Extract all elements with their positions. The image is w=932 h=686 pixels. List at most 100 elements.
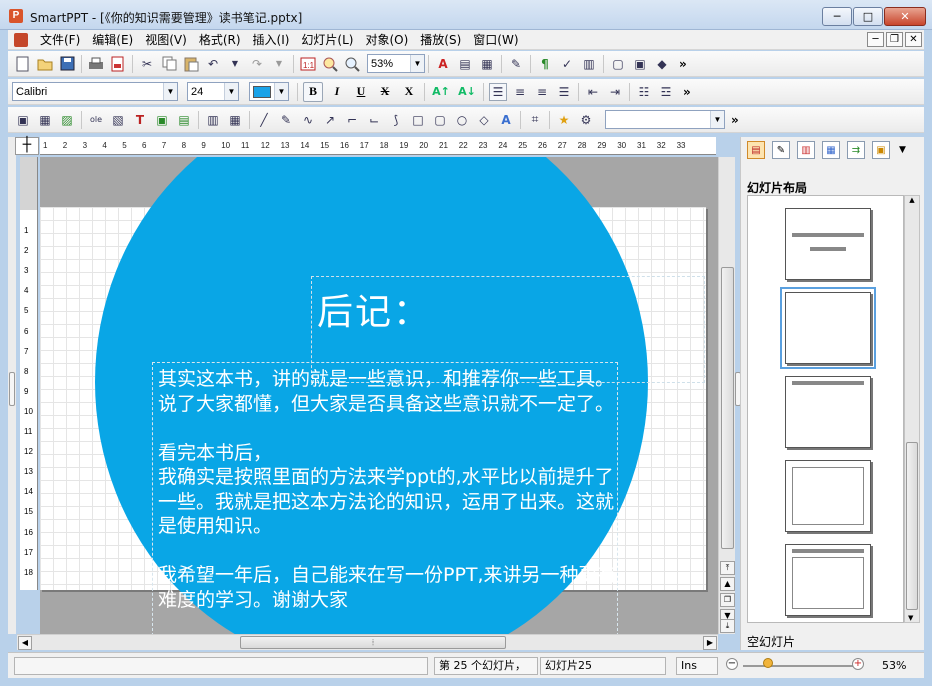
align-justify-icon[interactable]: ☰ bbox=[555, 83, 573, 101]
design-tab-icon[interactable]: ✎ bbox=[772, 141, 790, 159]
zoom-select[interactable]: 53% ▼ bbox=[367, 54, 425, 73]
ole-object-icon[interactable]: ole bbox=[87, 111, 105, 129]
template-icon[interactable]: ▢ bbox=[609, 55, 627, 73]
increase-indent-icon[interactable]: ⇥ bbox=[606, 83, 624, 101]
save-icon[interactable] bbox=[58, 55, 76, 73]
connector-tool-icon[interactable]: ⌐ bbox=[343, 111, 361, 129]
close-button[interactable]: ✕ bbox=[884, 7, 926, 26]
undo-dropdown-icon[interactable]: ▼ bbox=[226, 55, 244, 73]
toolbar-overflow-button[interactable]: » bbox=[683, 85, 691, 99]
layout-title-content[interactable] bbox=[785, 376, 871, 448]
pdf-icon[interactable] bbox=[109, 55, 127, 73]
zoom-in-button[interactable]: + bbox=[852, 658, 864, 670]
slide-number-icon[interactable]: 1:1 bbox=[299, 55, 317, 73]
horizontal-scrollbar[interactable]: ◀ ⦙ ▶ bbox=[17, 634, 718, 650]
rectangle-tool-icon[interactable]: □ bbox=[409, 111, 427, 129]
zoom-slider-track[interactable] bbox=[743, 665, 861, 667]
doc-restore-button[interactable]: ❐ bbox=[886, 32, 903, 47]
print-icon[interactable] bbox=[87, 55, 105, 73]
object-settings-icon[interactable]: ⚙ bbox=[577, 111, 595, 129]
bulleted-list-icon[interactable]: ☷ bbox=[635, 83, 653, 101]
shapes-tool-icon[interactable]: ◇ bbox=[475, 111, 493, 129]
spell-check-icon[interactable]: ✓ bbox=[558, 55, 576, 73]
layout-list-scrollbar[interactable]: ▲ ▼ bbox=[904, 195, 920, 623]
form-field-icon[interactable]: ▤ bbox=[175, 111, 193, 129]
font-color-select[interactable]: ▼ bbox=[249, 82, 289, 101]
insert-table-icon[interactable]: ▦ bbox=[478, 55, 496, 73]
menu-window[interactable]: 窗口(W) bbox=[467, 30, 524, 50]
group-icon[interactable]: ▥ bbox=[204, 111, 222, 129]
scroll-down-icon[interactable]: ▼ bbox=[908, 614, 913, 622]
insert-mode[interactable]: Ins bbox=[676, 657, 718, 675]
zoom-slider-handle[interactable] bbox=[763, 658, 773, 668]
slide-body-text[interactable]: 其实这本书，讲的就是一些意识，和推荐你一些工具。说了大家都懂，但大家是否具备这些… bbox=[158, 367, 618, 612]
table-frame-icon[interactable]: ▦ bbox=[36, 111, 54, 129]
format-painter-icon[interactable]: ✎ bbox=[507, 55, 525, 73]
star-effects-icon[interactable]: ★ bbox=[555, 111, 573, 129]
slide-view-button[interactable]: ❐ bbox=[720, 593, 735, 607]
statistics-icon[interactable]: ▥ bbox=[580, 55, 598, 73]
pane-menu-chevron-icon[interactable]: ▼ bbox=[899, 145, 906, 155]
align-center-icon[interactable]: ≡ bbox=[511, 83, 529, 101]
textart-frame-icon[interactable]: ▣ bbox=[153, 111, 171, 129]
layout-scroll-thumb[interactable] bbox=[906, 442, 918, 610]
menu-play[interactable]: 播放(S) bbox=[414, 30, 467, 50]
zoom-out-button[interactable]: − bbox=[726, 658, 738, 670]
menu-format[interactable]: 格式(R) bbox=[193, 30, 247, 50]
toolbar-overflow-button[interactable]: » bbox=[679, 57, 687, 71]
open-folder-icon[interactable] bbox=[36, 55, 54, 73]
object-3d-icon[interactable]: ◆ bbox=[653, 55, 671, 73]
horizontal-scroll-thumb[interactable]: ⦙ bbox=[240, 636, 506, 649]
layout-title-body[interactable] bbox=[785, 544, 871, 616]
redo-dropdown-icon[interactable]: ▼ bbox=[270, 55, 288, 73]
numbered-list-icon[interactable]: ☲ bbox=[657, 83, 675, 101]
textart-tool-icon[interactable]: A bbox=[497, 111, 515, 129]
color-scheme-tab-icon[interactable]: ▥ bbox=[797, 141, 815, 159]
curved-connector-icon[interactable]: ⟆ bbox=[387, 111, 405, 129]
custom-tab-icon[interactable]: ▣ bbox=[872, 141, 890, 159]
ellipse-tool-icon[interactable]: ○ bbox=[453, 111, 471, 129]
doc-minimize-button[interactable]: ─ bbox=[867, 32, 884, 47]
new-document-icon[interactable] bbox=[14, 55, 32, 73]
layout-title-only[interactable] bbox=[785, 208, 871, 280]
slide-canvas[interactable]: 后记： 其实这本书，讲的就是一些意识，和推荐你一些工具。说了大家都懂，但大家是否… bbox=[40, 157, 718, 634]
decrease-indent-icon[interactable]: ⇤ bbox=[584, 83, 602, 101]
ruler-origin-icon[interactable]: ┼ bbox=[15, 137, 39, 155]
shrink-font-button[interactable]: A↓ bbox=[456, 83, 478, 101]
left-pane-toggle[interactable] bbox=[9, 372, 15, 406]
scroll-up-icon[interactable]: ▲ bbox=[905, 196, 919, 204]
document-icon[interactable] bbox=[14, 32, 28, 47]
vertical-scroll-thumb[interactable] bbox=[721, 267, 734, 549]
chevron-down-icon[interactable]: ▼ bbox=[710, 111, 724, 128]
font-size-select[interactable]: 24 ▼ bbox=[187, 82, 239, 101]
animation-tab-icon[interactable]: ▦ bbox=[822, 141, 840, 159]
first-slide-button[interactable]: ⤒ bbox=[720, 561, 735, 575]
scroll-right-button[interactable]: ▶ bbox=[703, 636, 717, 650]
transition-tab-icon[interactable]: ⇉ bbox=[847, 141, 865, 159]
freehand-tool-icon[interactable]: ✎ bbox=[277, 111, 295, 129]
strikethrough-button[interactable]: X bbox=[375, 82, 395, 102]
menu-insert[interactable]: 插入(I) bbox=[247, 30, 296, 50]
chevron-down-icon[interactable]: ▼ bbox=[163, 83, 177, 100]
zoom-find-icon[interactable] bbox=[321, 55, 339, 73]
chevron-down-icon[interactable]: ▼ bbox=[224, 83, 238, 100]
elbow-connector-icon[interactable]: ⌙ bbox=[365, 111, 383, 129]
slide-title[interactable]: 后记： bbox=[317, 283, 431, 335]
paragraph-mark-icon[interactable]: ¶ bbox=[536, 55, 554, 73]
chevron-down-icon[interactable]: ▼ bbox=[274, 83, 288, 100]
font-name-select[interactable]: Calibri ▼ bbox=[12, 82, 178, 101]
clear-format-button[interactable]: X bbox=[399, 82, 419, 102]
align-right-icon[interactable]: ≡ bbox=[533, 83, 551, 101]
doc-close-button[interactable]: ✕ bbox=[905, 32, 922, 47]
last-slide-button[interactable]: ⤓ bbox=[720, 619, 735, 633]
insert-chart-icon[interactable]: ▤ bbox=[456, 55, 474, 73]
paste-icon[interactable] bbox=[182, 55, 200, 73]
menu-view[interactable]: 视图(V) bbox=[139, 30, 193, 50]
outline-icon[interactable]: ▣ bbox=[631, 55, 649, 73]
text-color-icon[interactable]: A bbox=[434, 55, 452, 73]
crop-icon[interactable]: ⌗ bbox=[526, 111, 544, 129]
layout-list[interactable] bbox=[747, 195, 904, 623]
menu-slide[interactable]: 幻灯片(L) bbox=[295, 30, 359, 50]
underline-button[interactable]: U bbox=[351, 82, 371, 102]
scroll-left-button[interactable]: ◀ bbox=[18, 636, 32, 650]
